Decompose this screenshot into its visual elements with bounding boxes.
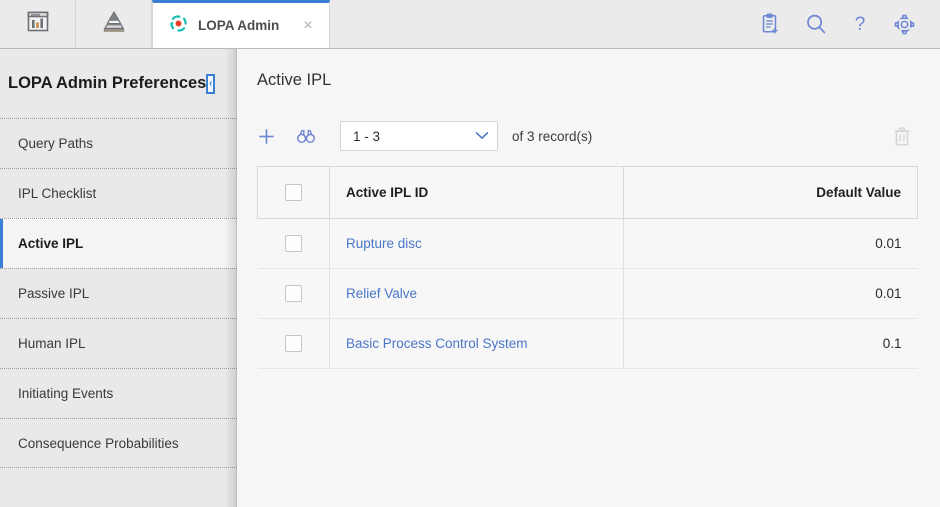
sidebar-item-active-ipl[interactable]: Active IPL [0, 218, 237, 268]
sidebar-nav-list: Query Paths IPL Checklist Active IPL Pas… [0, 118, 237, 468]
binoculars-icon[interactable] [296, 128, 316, 145]
add-icon[interactable] [257, 127, 276, 146]
pyramid-icon [101, 10, 127, 39]
application-window: LOPA Admin × ? LOPA Admin Preferences ‹ … [0, 0, 940, 507]
sidebar-item-consequence-probabilities[interactable]: Consequence Probabilities [0, 418, 237, 468]
sidebar-item-label: Initiating Events [18, 386, 114, 401]
sidebar-item-label: Passive IPL [18, 286, 90, 301]
sidebar-header: LOPA Admin Preferences ‹ [0, 49, 237, 118]
row-select-wrap [258, 219, 330, 268]
row-checkbox[interactable] [284, 335, 302, 352]
sidebar-collapse-button[interactable]: ‹ [206, 73, 215, 94]
cell-active-ipl-id: Relief Valve [329, 268, 624, 319]
row-checkbox[interactable] [284, 235, 302, 252]
dashboard-icon-button[interactable] [0, 0, 76, 48]
record-link[interactable]: Rupture disc [346, 236, 422, 251]
sidebar-item-passive-ipl[interactable]: Passive IPL [0, 268, 237, 318]
row-select-wrap [258, 269, 330, 318]
table-body: Rupture disc 0.01 Relief Valve 0.01 Basi… [257, 218, 918, 369]
sidebar-item-ipl-checklist[interactable]: IPL Checklist [0, 168, 237, 218]
row-select-cell [257, 268, 330, 319]
topbar-actions: ? [760, 0, 940, 48]
lopa-refresh-icon [169, 14, 188, 38]
sidebar-title: LOPA Admin Preferences [8, 74, 207, 92]
tab-label: LOPA Admin [198, 18, 280, 33]
gear-icon[interactable] [893, 13, 916, 36]
records-table: Active IPL ID Default Value Rupture disc [257, 166, 918, 369]
cell-active-ipl-id: Basic Process Control System [329, 318, 624, 369]
top-bar: LOPA Admin × ? [0, 0, 940, 49]
record-link[interactable]: Basic Process Control System [346, 336, 528, 351]
record-count-label: of 3 record(s) [512, 128, 593, 144]
select-all-wrap [258, 167, 329, 218]
grid-toolbar: 1 - 3 of 3 record(s) [237, 114, 940, 158]
chevron-left-icon: ‹ [209, 77, 213, 89]
row-select-cell [257, 218, 330, 269]
tab-lopa-admin[interactable]: LOPA Admin × [152, 0, 330, 48]
sidebar-item-query-paths[interactable]: Query Paths [0, 118, 237, 168]
sidebar-item-label: IPL Checklist [18, 186, 97, 201]
table-header-row: Active IPL ID Default Value [257, 166, 918, 219]
help-icon[interactable]: ? [851, 13, 869, 35]
tab-strip: LOPA Admin × [152, 0, 330, 48]
dashboard-icon [26, 11, 50, 38]
select-all-header [257, 166, 330, 219]
sidebar-item-initiating-events[interactable]: Initiating Events [0, 368, 237, 418]
row-select-cell [257, 318, 330, 369]
new-record-icon[interactable] [760, 13, 781, 35]
select-all-checkbox[interactable] [285, 184, 302, 201]
chevron-down-icon [475, 127, 489, 145]
table-header: Active IPL ID Default Value [257, 166, 918, 219]
row-checkbox[interactable] [284, 285, 302, 302]
search-icon[interactable] [805, 13, 827, 35]
sidebar-item-human-ipl[interactable]: Human IPL [0, 318, 237, 368]
delete-icon [892, 126, 912, 147]
main-content: Active IPL 1 - 3 of 3 record(s) Active I… [237, 49, 940, 507]
record-range-select[interactable]: 1 - 3 [340, 121, 498, 151]
record-link[interactable]: Relief Valve [346, 286, 417, 301]
column-header-default-value[interactable]: Default Value [623, 166, 918, 219]
sidebar-item-label: Active IPL [18, 236, 84, 251]
cell-default-value: 0.01 [623, 268, 918, 319]
sidebar: LOPA Admin Preferences ‹ Query Paths IPL… [0, 49, 237, 507]
record-range-value: 1 - 3 [353, 128, 381, 144]
column-header-active-ipl-id[interactable]: Active IPL ID [329, 166, 624, 219]
sidebar-item-label: Human IPL [18, 336, 86, 351]
pyramid-icon-button[interactable] [76, 0, 152, 48]
svg-text:?: ? [855, 14, 866, 35]
cell-default-value: 0.01 [623, 218, 918, 269]
table-row[interactable]: Rupture disc 0.01 [257, 218, 918, 269]
cell-default-value: 0.1 [623, 318, 918, 369]
page-title: Active IPL [257, 71, 332, 89]
cell-active-ipl-id: Rupture disc [329, 218, 624, 269]
row-select-wrap [258, 319, 330, 368]
sidebar-item-label: Consequence Probabilities [18, 435, 179, 451]
table-row[interactable]: Basic Process Control System 0.1 [257, 318, 918, 369]
table-row[interactable]: Relief Valve 0.01 [257, 268, 918, 319]
close-icon[interactable]: × [289, 17, 312, 34]
records-table-container: Active IPL ID Default Value Rupture disc [257, 166, 918, 369]
sidebar-item-label: Query Paths [18, 136, 94, 151]
